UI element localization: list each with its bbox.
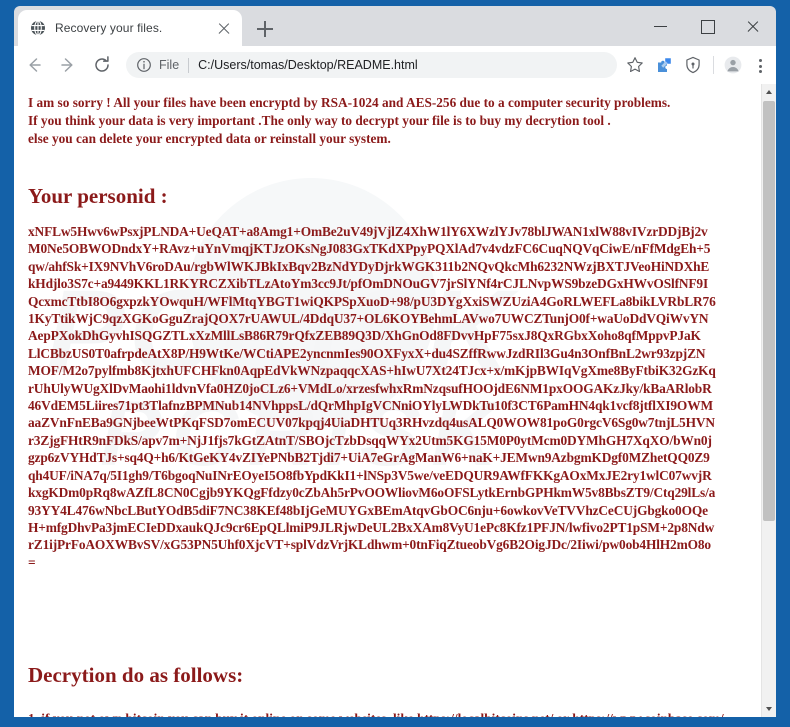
- intro-line: If you think your data is very important…: [28, 113, 611, 128]
- browser-toolbar: File C:/Users/tomas/Desktop/README.html: [14, 46, 776, 84]
- url-separator: [188, 57, 190, 73]
- page-viewport: PCRISK PCRISK I am so sorry ! All your f…: [14, 84, 776, 717]
- intro-line: I am so sorry ! All your files have been…: [28, 95, 671, 110]
- window-controls: [638, 6, 776, 46]
- personid-line: aaZVnFnEBa9GNjbeeWtPKqFSD7omECUV07kpqj4U…: [28, 415, 715, 431]
- personid-line: 1KyTtikWjC9qzXGKoGguZrajQOX7rUAWUL/4DdqU…: [28, 311, 709, 327]
- back-arrow-icon[interactable]: [20, 51, 48, 79]
- intro-paragraph: I am so sorry ! All your files have been…: [28, 94, 755, 148]
- personid-line: gzp6zVYHdTJs+sq4Q+h6/KtGeKY4vZIYePNbB2Tj…: [28, 450, 710, 466]
- info-circle-icon[interactable]: [136, 57, 152, 73]
- personid-line: kHdjlo3S7c+a9449KKL1RKYRCZXibTLzAtoYm3cc…: [28, 276, 709, 292]
- personid-line: kxgKDm0pRq8wAZfL8CN0Cgjb9YKQgFfdzy0cZbAh…: [28, 485, 716, 501]
- personid-line: qw/ahfSk+IX9NVhV6roDAu/rgbWlWKJBkIxBqv2B…: [28, 258, 710, 274]
- vertical-scrollbar[interactable]: [761, 84, 776, 717]
- url-scheme-label: File: [159, 58, 180, 72]
- avatar[interactable]: [719, 51, 747, 79]
- extension-puzzle-icon[interactable]: [650, 51, 678, 79]
- maximize-button[interactable]: [684, 6, 730, 46]
- scroll-down-arrow-icon[interactable]: [762, 701, 776, 717]
- shield-icon[interactable]: [679, 51, 707, 79]
- decryption-heading: Decrytion do as follows:: [28, 663, 244, 688]
- personid-line: 46VdEM5Liires71pt3TlafnzBPMNub14NVhppsL/…: [28, 398, 713, 414]
- toolbar-divider: [713, 56, 714, 74]
- reload-icon[interactable]: [88, 51, 116, 79]
- personid-line: =: [28, 554, 36, 570]
- tab-title: Recovery your files.: [55, 21, 163, 35]
- ransom-note-page: PCRISK PCRISK I am so sorry ! All your f…: [14, 84, 761, 717]
- close-window-button[interactable]: [730, 6, 776, 46]
- personid-line: M0Ne5OBWODndxY+RAvz+uYnVmqjKTJzOKsNgJ083…: [28, 241, 711, 257]
- decryption-steps: 1. if you not own bitcoin,you can buy it…: [28, 710, 755, 717]
- personid-block: xNFLw5Hwv6wPsxjPLNDA+UeQAT+a8Amg1+OmBe2u…: [28, 223, 755, 571]
- step-line: 1. if you not own bitcoin,you can buy it…: [28, 710, 755, 717]
- new-tab-button[interactable]: [252, 16, 278, 42]
- close-icon[interactable]: [216, 20, 232, 36]
- minimize-button[interactable]: [638, 6, 684, 46]
- forward-arrow-icon[interactable]: [54, 51, 82, 79]
- browser-tab[interactable]: Recovery your files.: [18, 10, 242, 46]
- scroll-up-arrow-icon[interactable]: [762, 84, 776, 100]
- address-bar[interactable]: File C:/Users/tomas/Desktop/README.html: [126, 52, 617, 78]
- scrollbar-thumb[interactable]: [763, 101, 775, 521]
- personid-line: LlCBbzUS0T0afrpdeAtX8P/H9WtKe/WCtiAPE2yn…: [28, 345, 706, 361]
- personid-line: qh4UF/iNA7q/5I1gh9/T6bgoqNuINrEOyeI5O8fb…: [28, 467, 712, 483]
- personid-line: xNFLw5Hwv6wPsxjPLNDA+UeQAT+a8Amg1+OmBe2u…: [28, 224, 708, 239]
- personid-line: MOF/M2o7pylfmb8KjtxhUFCHFkn0AqpEdVkWNzpa…: [28, 363, 716, 379]
- personid-line: AepPXokDhGyvhISQGZTLxXzMllLsB86R79rQfxZE…: [28, 328, 701, 344]
- personid-line: rUhUlyWUgXlDvMaohi1ldvnVfa0HZ0joCLz6+VMd…: [28, 380, 712, 396]
- personid-line: H+mfgDhvPa3jmECIeDDxaukQJc9cr6EpQLlmiP9J…: [28, 519, 715, 535]
- personid-line: rZ1ijPrFoAOXWBvSV/xG53PN5Uhf0XjcVT+splVd…: [28, 537, 711, 553]
- intro-line: else you can delete your encrypted data …: [28, 131, 391, 146]
- tab-strip: Recovery your files.: [14, 6, 776, 46]
- url-text[interactable]: C:/Users/tomas/Desktop/README.html: [198, 58, 418, 72]
- bookmark-star-icon[interactable]: [621, 51, 649, 79]
- personid-line: 93YY4L476wNbcLButYOdB5diF7NC38KEf48bIjGe…: [28, 502, 708, 518]
- ransom-note-content: I am so sorry ! All your files have been…: [20, 94, 755, 717]
- browser-window: Recovery your files. File C:/Users/tomas…: [0, 0, 790, 727]
- personid-line: r3ZjgFHtR9nFDkS/apv7m+NjJ1fjs7kGtZAtnT/S…: [28, 432, 712, 448]
- personid-heading: Your personid :: [28, 184, 168, 208]
- globe-icon: [30, 20, 46, 36]
- chrome-menu-icon[interactable]: [748, 51, 772, 79]
- personid-line: QcxmcTtbI8O6gxpzkYOwquH/WFlMtqYBGT1wiQKP…: [28, 293, 716, 309]
